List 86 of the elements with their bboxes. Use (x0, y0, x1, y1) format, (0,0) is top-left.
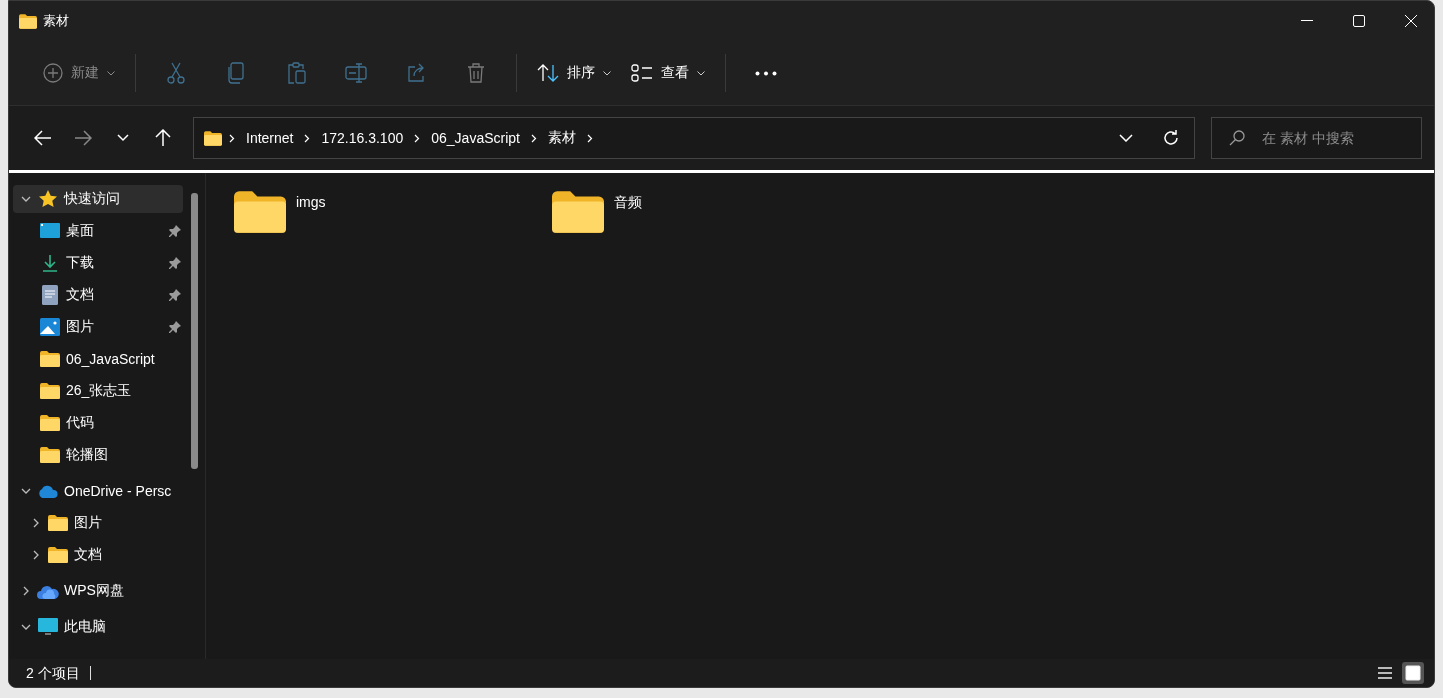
folder-icon (48, 547, 68, 563)
folder-icon (204, 130, 222, 146)
up-arrow-icon (155, 129, 171, 147)
pin-icon[interactable] (169, 225, 181, 237)
chevron-right-icon (586, 133, 593, 143)
sidebar-item[interactable]: 代码 (13, 409, 183, 437)
sidebar-item[interactable]: 文档 (13, 541, 183, 569)
breadcrumb-item[interactable]: Internet (242, 130, 298, 146)
sidebar-item[interactable]: 下载 (13, 249, 183, 277)
caret-icon (697, 70, 705, 76)
chevron-down-icon[interactable] (1119, 134, 1133, 142)
cut-icon (166, 62, 186, 84)
folder-icon (40, 447, 60, 463)
folder-icon (552, 191, 604, 233)
monitor-icon (38, 618, 58, 636)
copy-icon (227, 62, 245, 84)
folder-icon (40, 415, 60, 431)
more-icon (755, 70, 777, 76)
sort-arrows-icon (537, 63, 559, 83)
breadcrumb-item[interactable]: 172.16.3.100 (317, 130, 408, 146)
view-button[interactable]: 查看 (621, 53, 715, 93)
sidebar-item[interactable]: OneDrive - Persc (13, 477, 183, 505)
trash-icon (467, 63, 485, 83)
chevron-down-icon[interactable] (21, 194, 31, 204)
chevron-right-icon (414, 133, 421, 143)
sort-button[interactable]: 排序 (527, 53, 621, 93)
view-toggle-button[interactable] (1402, 662, 1424, 684)
sidebar-item[interactable]: WPS网盘 (13, 577, 183, 605)
sidebar-item[interactable]: 图片 (13, 313, 183, 341)
folder-icon (48, 515, 68, 531)
download-icon (40, 253, 60, 273)
pin-icon[interactable] (169, 257, 181, 269)
desktop-icon (40, 223, 60, 239)
folder-icon (40, 383, 60, 399)
search-icon (1229, 130, 1245, 146)
chevron-down-icon[interactable] (21, 622, 31, 632)
chevron-right-icon[interactable] (21, 586, 31, 596)
pin-icon[interactable] (169, 321, 181, 333)
list-view-icon (631, 64, 653, 82)
pictures-icon (40, 318, 60, 336)
share-icon (406, 63, 426, 83)
sidebar-item[interactable]: 文档 (13, 281, 183, 309)
sidebar-item[interactable]: 快速访问 (13, 185, 183, 213)
folder-item[interactable]: imgs (234, 191, 552, 237)
cloud-icon (37, 484, 59, 498)
details-view-icon (1377, 666, 1393, 680)
chevron-right-icon (229, 133, 235, 143)
folder-icon (19, 13, 37, 29)
chevron-right-icon (304, 133, 311, 143)
scrollbar-thumb[interactable] (191, 193, 198, 469)
item-count: 2 个项目 (26, 666, 91, 680)
caret-icon (603, 70, 611, 76)
chevron-right-icon (530, 133, 537, 143)
chevron-down-icon[interactable] (21, 486, 31, 496)
minimize-icon (1301, 20, 1313, 22)
star-icon (38, 189, 58, 209)
chevron-right-icon[interactable] (31, 550, 41, 560)
close-icon (1405, 15, 1417, 27)
folder-item[interactable]: 音频 (552, 191, 870, 237)
sidebar-item[interactable]: 轮播图 (13, 441, 183, 469)
sidebar-item[interactable]: 桌面 (13, 217, 183, 245)
document-icon (42, 285, 58, 305)
rename-icon (345, 63, 367, 83)
clipboard-icon (286, 62, 306, 84)
sidebar-item[interactable]: 26_张志玉 (13, 377, 183, 405)
sidebar-item[interactable]: 图片 (13, 509, 183, 537)
back-arrow-icon (34, 130, 52, 146)
sidebar-item[interactable]: 06_JavaScript (13, 345, 183, 373)
forward-arrow-icon (74, 130, 92, 146)
folder-icon (40, 351, 60, 367)
caret-icon (107, 70, 115, 76)
refresh-icon[interactable] (1162, 129, 1180, 147)
chevron-right-icon[interactable] (31, 518, 41, 528)
address-bar[interactable]: Internet 172.16.3.100 06_JavaScript 素材 (193, 117, 1195, 159)
cloud-icon (37, 583, 59, 599)
pin-icon[interactable] (169, 289, 181, 301)
large-icons-view-icon (1405, 665, 1421, 681)
maximize-icon (1353, 15, 1365, 27)
search-field[interactable]: 在 素材 中搜索 (1211, 117, 1422, 159)
plus-circle-icon (43, 63, 63, 83)
breadcrumb-item[interactable]: 06_JavaScript (427, 130, 524, 146)
window-title: 素材 (43, 12, 70, 30)
sidebar-item[interactable]: 此电脑 (13, 613, 183, 641)
breadcrumb-item[interactable]: 素材 (543, 129, 580, 147)
folder-icon (234, 191, 286, 233)
chevron-down-icon (117, 134, 129, 142)
